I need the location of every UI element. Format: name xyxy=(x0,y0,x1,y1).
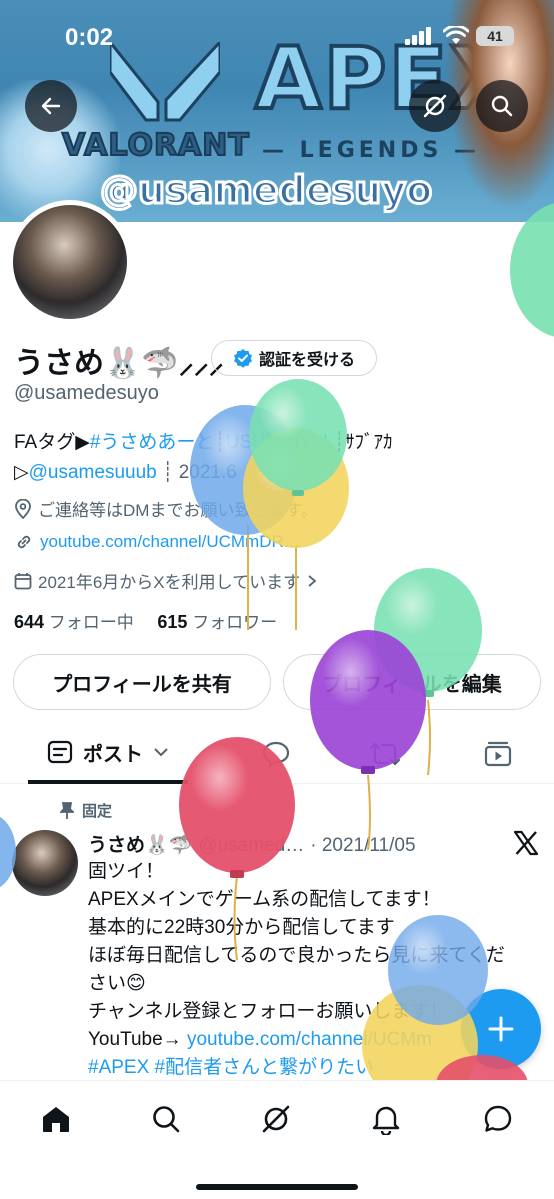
nav-messages[interactable] xyxy=(478,1099,518,1139)
website-link[interactable]: youtube.com/channel/UCMmDR… xyxy=(40,532,301,552)
search-icon xyxy=(153,1106,180,1133)
joined-text: 2021年6月からXを利用しています xyxy=(38,573,301,592)
wifi-icon xyxy=(443,26,469,44)
bell-icon xyxy=(372,1106,400,1135)
nav-search[interactable] xyxy=(146,1099,186,1139)
following-label: フォロー中 xyxy=(48,613,134,632)
bottom-navigation xyxy=(0,1080,554,1199)
profile-username: @usamedesuyo xyxy=(14,382,159,404)
video-icon xyxy=(484,741,512,767)
display-name: うさめ🐰🦈⸝⸝⸝ xyxy=(14,347,224,380)
followers-label: フォロワー xyxy=(192,613,278,632)
grok-button[interactable] xyxy=(409,80,461,132)
nav-notifications[interactable] xyxy=(366,1099,406,1139)
home-icon xyxy=(43,1107,69,1132)
tab-videos[interactable] xyxy=(468,724,528,784)
bio-sub-account-text: ┊ｻﾌﾞｱｶ xyxy=(333,432,393,453)
location-pin-icon xyxy=(15,498,31,519)
x-logo-icon xyxy=(513,830,539,856)
bio-text: FAタグ▶ xyxy=(14,432,90,453)
status-bar: 0:02 41 xyxy=(0,0,554,72)
message-bubble-icon xyxy=(484,1105,512,1132)
search-icon xyxy=(491,95,513,117)
grok-icon xyxy=(423,94,447,118)
pin-icon xyxy=(60,801,74,819)
post-date[interactable]: · 2021/11/05 xyxy=(310,835,415,857)
profile-avatar[interactable] xyxy=(8,200,132,324)
tab-replies[interactable] xyxy=(246,724,306,784)
pinned-indicator: 固定 xyxy=(60,800,112,821)
post-youtube-link[interactable]: youtube.com/channel/UCMm xyxy=(187,1029,432,1050)
arrow-left-icon xyxy=(41,97,61,115)
profile-joined-date[interactable]: 2021年6月からXを利用しています xyxy=(14,568,318,593)
profile-location: ご連絡等はDMまでお願い致します。 xyxy=(14,496,318,521)
post-line: さい😊 xyxy=(88,973,146,994)
verified-badge-icon xyxy=(233,349,252,368)
nav-home[interactable] xyxy=(36,1099,76,1139)
status-time: 0:02 xyxy=(65,24,114,51)
post-line: 基本的に22時30分から配信してます xyxy=(88,917,395,938)
signal-icon xyxy=(405,27,431,45)
back-button[interactable] xyxy=(25,80,77,132)
chevron-right-icon xyxy=(308,574,317,587)
post-line: 固ツイ！ xyxy=(88,861,165,882)
post-avatar[interactable] xyxy=(12,830,78,896)
battery-icon: 41 xyxy=(476,26,514,46)
calendar-icon xyxy=(14,572,32,589)
bio-mention-link[interactable]: @usamesuuub xyxy=(29,462,157,483)
bio-hashtag-link[interactable]: #うさめあーと xyxy=(90,432,215,453)
post-line: ほぼ毎日配信してるので良かったら見に来てくだ xyxy=(88,945,505,966)
pinned-label: 固定 xyxy=(82,803,113,820)
following-count: 644 xyxy=(14,612,45,632)
bio-date-text: ┊ 2021.6 xyxy=(162,462,237,483)
compose-post-button[interactable] xyxy=(461,989,541,1069)
profile-bio: FAタグ▶#うさめあーと┊USUMEIY_L┊ｻﾌﾞｱｶ ▷@usamesuuu… xyxy=(14,428,544,488)
reply-bubble-icon xyxy=(262,741,290,768)
post-line: APEXメインでゲーム系の配信してます！ xyxy=(88,889,441,910)
bio-line-1: FAタグ▶#うさめあーと┊USUMEIY_L┊ｻﾌﾞｱｶ xyxy=(14,428,544,458)
posts-icon xyxy=(47,740,73,764)
followers-count: 615 xyxy=(157,612,188,632)
search-button[interactable] xyxy=(476,80,528,132)
post-author-handle[interactable]: @usamed… xyxy=(198,835,304,857)
balloon-green-right xyxy=(510,203,554,337)
home-indicator xyxy=(196,1184,358,1190)
bio-arrow-text: ▷ xyxy=(14,462,29,483)
get-verified-label: 認証を受ける xyxy=(258,352,355,369)
chevron-down-icon xyxy=(154,748,168,757)
bio-hashtag2-link[interactable]: USUMEIY_L xyxy=(226,432,334,453)
bio-separator: ┊ xyxy=(214,432,226,453)
youtube-prefix: YouTube→ xyxy=(88,1029,187,1050)
edit-profile-button[interactable]: プロフィールを編集 xyxy=(283,654,541,710)
tab-posts-label: ポスト xyxy=(83,743,143,766)
bio-line-2: ▷@usamesuuub ┊ 2021.6 xyxy=(14,458,544,488)
repost-icon xyxy=(369,742,401,766)
tab-posts[interactable]: ポスト xyxy=(28,724,188,784)
profile-tabs: ポスト xyxy=(0,724,554,784)
tab-reposts[interactable] xyxy=(355,724,415,784)
plus-icon xyxy=(488,1016,514,1042)
banner-handle-text: @usamedesuyo xyxy=(98,167,433,214)
follow-stats: 644 フォロー中 615 フォロワー xyxy=(14,608,277,633)
link-icon xyxy=(17,535,31,549)
post-author-name[interactable]: うさめ🐰🦈 xyxy=(88,830,192,857)
followers-link[interactable]: 615 フォロワー xyxy=(157,612,278,632)
location-text: ご連絡等はDMまでお願い致します。 xyxy=(38,501,318,520)
grok-icon xyxy=(262,1105,290,1133)
nav-grok[interactable] xyxy=(256,1099,296,1139)
following-link[interactable]: 644 フォロー中 xyxy=(14,612,134,632)
banner-valorant-text: VALORANT xyxy=(61,127,250,164)
get-verified-button[interactable]: 認証を受ける xyxy=(211,340,377,376)
profile-website[interactable]: youtube.com/channel/UCMmDR… xyxy=(14,532,301,552)
post-header: うさめ🐰🦈 @usamed… · 2021/11/05 xyxy=(88,830,416,857)
share-profile-button[interactable]: プロフィールを共有 xyxy=(13,654,271,710)
